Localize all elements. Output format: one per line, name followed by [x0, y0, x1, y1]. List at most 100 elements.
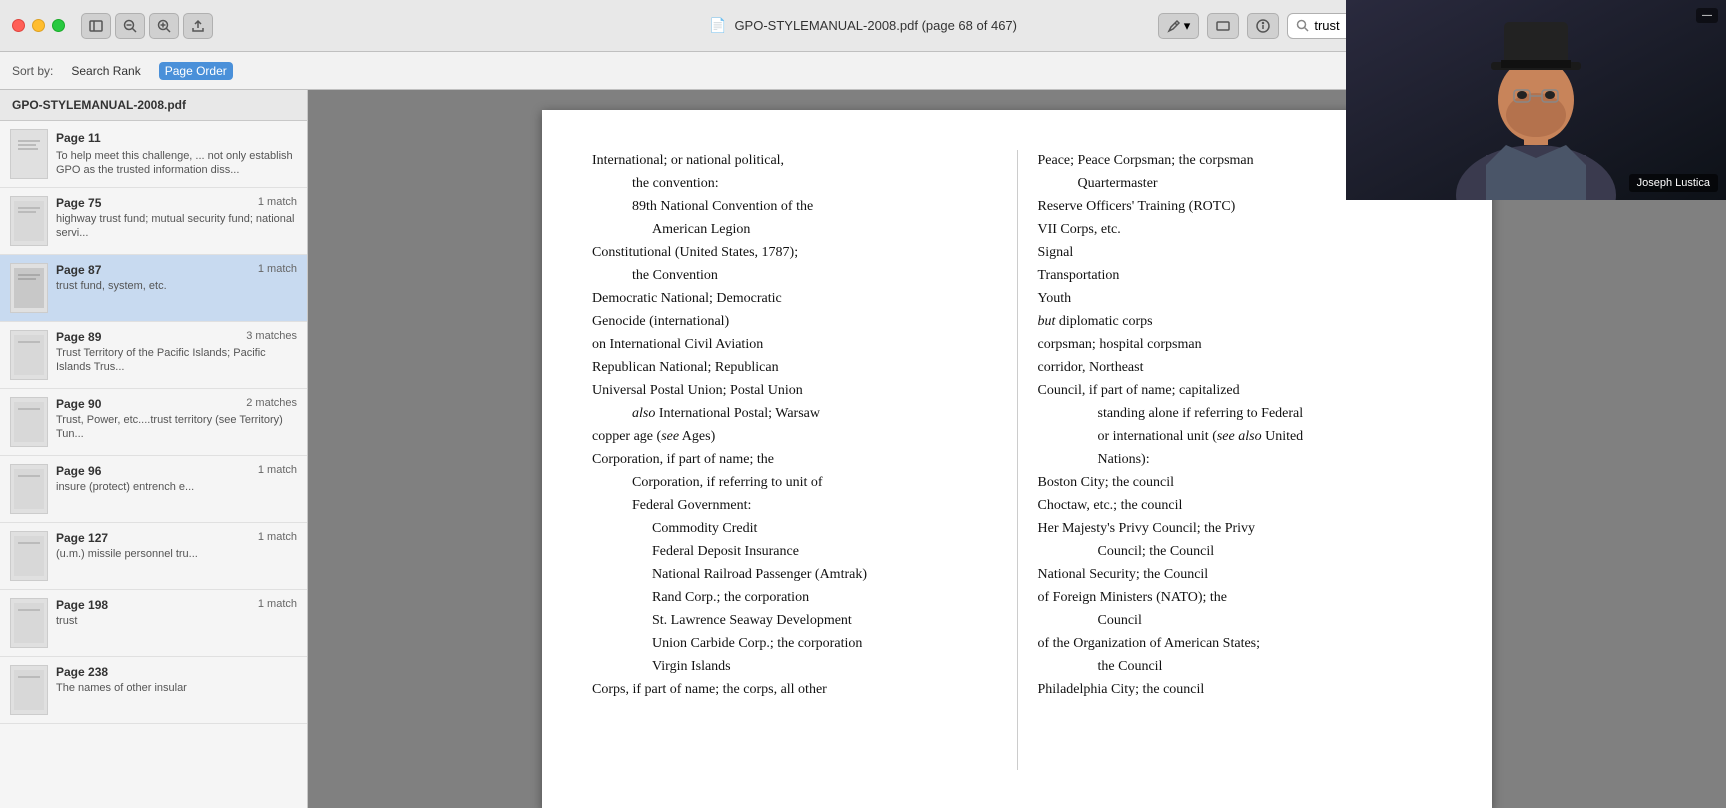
sidebar-item-info: Page 96 1 match insure (protect) entrenc… — [56, 464, 297, 494]
pdf-text-line: also International Postal; Warsaw — [592, 403, 997, 424]
sidebar-matches: 1 match — [258, 263, 297, 277]
sidebar-page-label: Page 127 — [56, 531, 108, 545]
pdf-text-line: copper age (see Ages) — [592, 426, 997, 447]
sidebar-file-title: GPO-STYLEMANUAL-2008.pdf — [0, 90, 307, 121]
main-area: GPO-STYLEMANUAL-2008.pdf Page 11 To help… — [0, 90, 1726, 808]
pdf-text-line: on International Civil Aviation — [592, 334, 997, 355]
pdf-content: International; or national political, th… — [592, 150, 1442, 770]
sidebar-page-label: Page 198 — [56, 598, 108, 612]
sidebar-item-text: (u.m.) missile personnel tru... — [56, 547, 297, 561]
sidebar-thumb — [10, 531, 48, 581]
sidebar-item-page238[interactable]: Page 238 The names of other insular — [0, 657, 307, 724]
sidebar-thumb — [10, 464, 48, 514]
pdf-text-line: Federal Deposit Insurance — [592, 541, 997, 562]
sidebar-toggle-button[interactable] — [81, 13, 111, 39]
sidebar-item-info: Page 238 The names of other insular — [56, 665, 297, 695]
sidebar-page-label: Page 87 — [56, 263, 101, 277]
sidebar-item-text: The names of other insular — [56, 681, 297, 695]
sidebar-item-page87[interactable]: Page 87 1 match trust fund, system, etc. — [0, 255, 307, 322]
webcam-video: Joseph Lustica — — [1346, 90, 1726, 200]
sidebar-item-text: To help meet this challenge, ... not onl… — [56, 149, 297, 178]
traffic-lights — [12, 19, 65, 32]
sidebar-item-page90[interactable]: Page 90 2 matches Trust, Power, etc....t… — [0, 389, 307, 456]
sidebar-page-label: Page 11 — [56, 131, 101, 145]
sidebar-matches: 3 matches — [246, 330, 297, 344]
sidebar-thumb — [10, 598, 48, 648]
redact-button[interactable] — [1207, 13, 1239, 39]
sidebar-item-info: Page 11 To help meet this challenge, ...… — [56, 129, 297, 178]
pdf-text-line: American Legion — [592, 219, 997, 240]
pdf-text-line: International; or national political, — [592, 150, 997, 171]
pdf-text-line: Universal Postal Union; Postal Union — [592, 380, 997, 401]
sidebar-matches: 2 matches — [246, 397, 297, 411]
sidebar-page-label: Page 75 — [56, 196, 101, 210]
sidebar-item-info: Page 87 1 match trust fund, system, etc. — [56, 263, 297, 293]
sidebar-thumb — [10, 129, 48, 179]
sidebar-item-info: Page 90 2 matches Trust, Power, etc....t… — [56, 397, 297, 442]
pdf-text-line: 89th National Convention of the — [592, 196, 997, 217]
sidebar-items: Page 11 To help meet this challenge, ...… — [0, 121, 307, 808]
toolbar-buttons — [81, 13, 213, 39]
sidebar: GPO-STYLEMANUAL-2008.pdf Page 11 To help… — [0, 90, 308, 808]
share-button[interactable] — [183, 13, 213, 39]
sidebar-thumb — [10, 397, 48, 447]
webcam-mock: Joseph Lustica — — [1346, 90, 1726, 200]
sidebar-page-label: Page 89 — [56, 330, 101, 344]
pdf-text-line: Genocide (international) — [592, 311, 997, 332]
pdf-text-line: Corporation, if referring to unit of — [592, 472, 997, 493]
search-icon — [1296, 19, 1309, 32]
sidebar-matches: 1 match — [258, 598, 297, 612]
sort-page-order-button[interactable]: Page Order — [159, 62, 233, 80]
sidebar-item-page127[interactable]: Page 127 1 match (u.m.) missile personne… — [0, 523, 307, 590]
sidebar-item-page11[interactable]: Page 11 To help meet this challenge, ...… — [0, 121, 307, 188]
pdf-left-column: International; or national political, th… — [592, 150, 997, 770]
sidebar-thumb — [10, 330, 48, 380]
sidebar-item-text: trust fund, system, etc. — [56, 279, 297, 293]
sidebar-item-text: insure (protect) entrench e... — [56, 480, 297, 494]
sidebar-thumb — [10, 665, 48, 715]
sidebar-thumb — [10, 196, 48, 246]
pdf-text-line: Corps, if part of name; the corps, all o… — [592, 679, 997, 700]
webcam-name-tag: Joseph Lustica — [1629, 174, 1718, 192]
sort-search-rank-button[interactable]: Search Rank — [65, 62, 146, 80]
zoom-out-button[interactable] — [115, 13, 145, 39]
sidebar-item-page75[interactable]: Page 75 1 match highway trust fund; mutu… — [0, 188, 307, 255]
sidebar-item-info: Page 127 1 match (u.m.) missile personne… — [56, 531, 297, 561]
sidebar-thumb — [10, 263, 48, 313]
pdf-text-line: Constitutional (United States, 1787); — [592, 242, 997, 263]
sidebar-item-page96[interactable]: Page 96 1 match insure (protect) entrenc… — [0, 456, 307, 523]
sidebar-item-page198[interactable]: Page 198 1 match trust — [0, 590, 307, 657]
sidebar-item-info: Page 89 3 matches Trust Territory of the… — [56, 330, 297, 375]
sidebar-page-label: Page 238 — [56, 665, 108, 679]
sidebar-matches: 1 match — [258, 464, 297, 478]
pdf-text-line: the convention: — [592, 173, 997, 194]
sidebar-item-text: Trust Territory of the Pacific Islands; … — [56, 346, 297, 375]
pdf-text-line: the Convention — [592, 265, 997, 286]
pdf-column-divider — [1017, 150, 1018, 770]
fullscreen-button[interactable] — [52, 19, 65, 32]
pdf-text-line: Corporation, if part of name; the — [592, 449, 997, 470]
pdf-text-line: Rand Corp.; the corporation — [592, 587, 997, 608]
minimize-button[interactable] — [32, 19, 45, 32]
sidebar-page-label: Page 90 — [56, 397, 101, 411]
close-button[interactable] — [12, 19, 25, 32]
pdf-text-line: Federal Government: — [592, 495, 997, 516]
sidebar-page-label: Page 96 — [56, 464, 101, 478]
pdf-text-line: National Railroad Passenger (Amtrak) — [592, 564, 997, 585]
sort-by-label: Sort by: — [12, 64, 53, 78]
zoom-in-button[interactable] — [149, 13, 179, 39]
sidebar-item-page89[interactable]: Page 89 3 matches Trust Territory of the… — [0, 322, 307, 389]
sidebar-item-text: Trust, Power, etc....trust territory (se… — [56, 413, 297, 442]
sidebar-item-text: highway trust fund; mutual security fund… — [56, 212, 297, 241]
pdf-text-line: Virgin Islands — [592, 656, 997, 677]
pdf-text-line: St. Lawrence Seaway Development — [592, 610, 997, 631]
pdf-icon: 📄 — [709, 17, 726, 34]
sidebar-item-info: Page 198 1 match trust — [56, 598, 297, 628]
pdf-text-line: Democratic National; Democratic — [592, 288, 997, 309]
pdf-text-line: Republican National; Republican — [592, 357, 997, 378]
pdf-text-line: Commodity Credit — [592, 518, 997, 539]
sidebar-matches: 1 match — [258, 531, 297, 545]
sidebar-matches: 1 match — [258, 196, 297, 210]
info-button[interactable] — [1247, 13, 1279, 39]
annotation-button[interactable]: ▾ — [1158, 13, 1200, 39]
